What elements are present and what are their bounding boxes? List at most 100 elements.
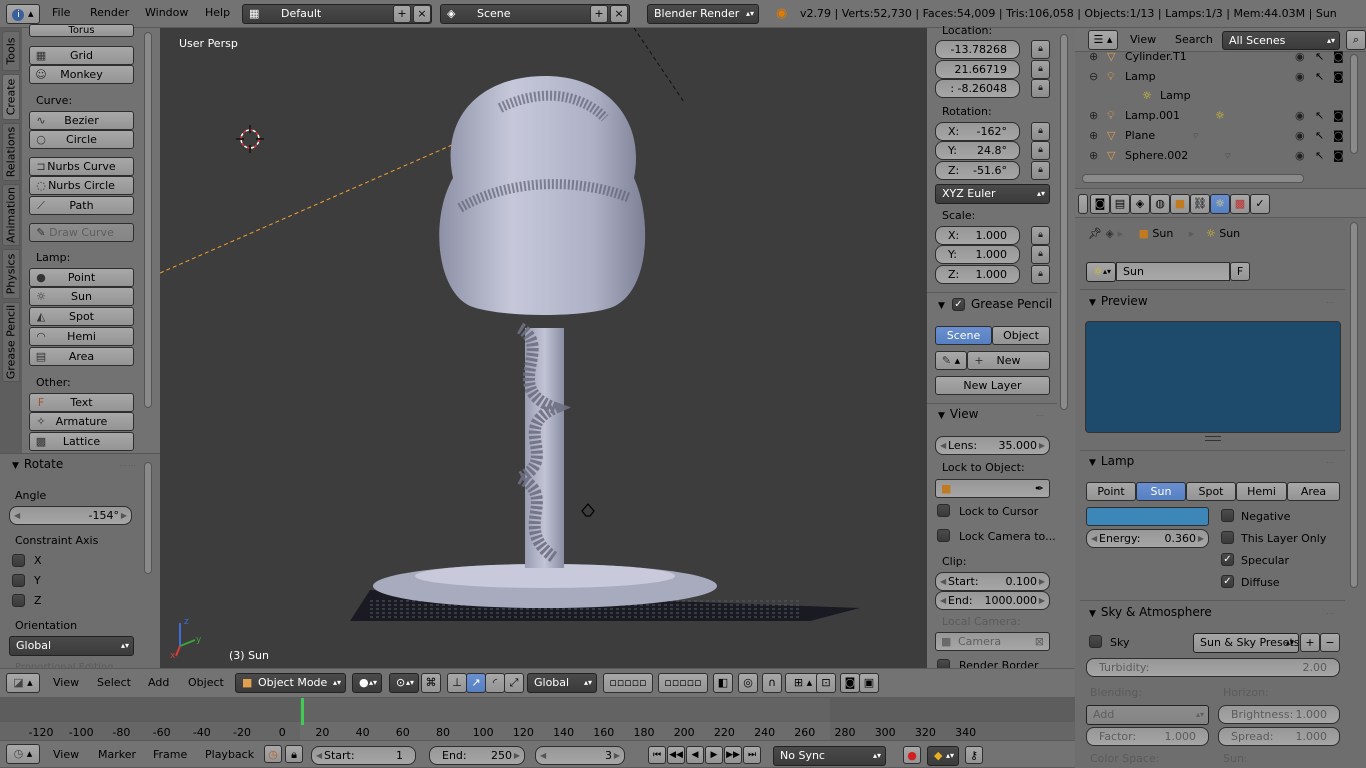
prev-keyframe-button[interactable]: ◀◀ [667,746,685,764]
add-layout-button[interactable]: + [393,5,411,23]
eye-icon[interactable]: ◉ [1295,67,1305,87]
location-y-field[interactable]: 21.66719 [935,60,1020,79]
sky-presets-select[interactable]: Sun & Sky Presets ▴▾ [1193,633,1299,653]
render-tab-icon[interactable]: ◙ [1090,194,1110,214]
menu-window[interactable]: Window [145,0,188,26]
angle-field[interactable]: ◀ -154° ▶ [9,506,132,525]
tab-tools[interactable]: Tools [2,31,20,71]
timeline-menu-marker[interactable]: Marker [98,742,136,768]
menu-object[interactable]: Object [188,670,224,696]
tab-relations[interactable]: Relations [2,123,20,181]
add-circle-button[interactable]: ○ Circle [29,130,134,149]
manipulator-toggle[interactable]: ⌘ [421,673,441,693]
lock-icon[interactable]: 🔒︎ [1031,40,1050,59]
cursor-icon[interactable]: ↖ [1315,47,1324,67]
this-layer-only-checkbox[interactable] [1221,531,1234,544]
panel-grip-icon[interactable]: ⋯⋯ [119,461,137,470]
lock-icon[interactable]: 🔒︎ [1031,60,1050,79]
outliner-row[interactable]: ⊕ ▽ Plane ▿ ◉ ↖ ◙ [1085,126,1350,146]
rotation-y-field[interactable]: Y: 24.8° [935,141,1020,160]
render-icon[interactable]: ◙ [1333,67,1344,87]
next-keyframe-button[interactable]: ▶▶ [724,746,742,764]
lock-icon[interactable]: 🔒︎ [1031,122,1050,141]
tab-physics[interactable]: Physics [2,249,20,299]
add-lattice-button[interactable]: ▩ Lattice [29,432,134,451]
lamp-type-hemi[interactable]: Hemi [1236,482,1287,501]
outliner-row[interactable]: ⊕ 💡︎ Lamp.001 ☼ ◉ ↖ ◙ [1085,106,1350,126]
sky-atmosphere-panel-header[interactable]: ▼ Sky & Atmosphere [1089,605,1212,619]
remove-layout-button[interactable]: × [413,5,431,23]
menu-view[interactable]: View [53,670,79,696]
outliner-row[interactable]: ⊕ ▽ Sphere.002 ▿ ◉ ↖ ◙ [1085,146,1350,166]
editor-type-3d[interactable]: ◪ ▴ [6,673,40,693]
grease-pencil-panel-header[interactable]: ▼ [938,297,950,311]
rotation-z-field[interactable]: Z: -51.6° [935,161,1020,180]
fake-user-button[interactable]: F [1230,262,1250,281]
scale-y-field[interactable]: Y: 1.000 [935,245,1020,264]
operator-scrollbar[interactable] [144,462,152,574]
spread-field[interactable]: Spread: 1.000 [1218,727,1340,746]
keying-set-select[interactable]: ◆ ▴▾ [927,746,959,766]
turbidity-field[interactable]: Turbidity: 2.00 [1086,658,1340,677]
grease-scene-tab[interactable]: Scene [935,326,992,345]
scale-z-field[interactable]: Z: 1.000 [935,265,1020,284]
snap-toggle[interactable]: ∩ [762,673,782,693]
local-camera-field[interactable]: ■ Camera ⊠ [935,632,1050,651]
3d-viewport[interactable]: z y x User Persp (3) Sun [160,28,927,668]
tab-create[interactable]: Create [2,74,20,120]
add-point-lamp-button[interactable]: ● Point [29,268,134,287]
lock-camera-checkbox[interactable] [937,529,950,542]
lamp-type-sun[interactable]: Sun [1136,482,1186,501]
layers-tab-icon[interactable]: ▤ [1110,194,1130,214]
eye-icon[interactable]: ◉ [1295,126,1305,146]
outliner-row[interactable]: ⊖ 💡︎ Lamp ◉ ↖ ◙ [1085,67,1350,87]
pivot-point-select[interactable]: ⊙ ▴▾ [389,673,419,693]
eye-icon[interactable]: ◉ [1295,146,1305,166]
sun-lamp-gizmo[interactable] [581,503,595,517]
current-frame-marker[interactable] [301,698,304,725]
add-armature-button[interactable]: ✧ Armature [29,412,134,431]
lock-icon[interactable]: 🔒︎ [1031,265,1050,284]
manipulator-translate[interactable]: ⊥ [447,673,467,693]
rotation-mode-select[interactable]: XYZ Euler ▴▾ [935,184,1050,204]
add-hemi-lamp-button[interactable]: ◠ Hemi [29,327,134,346]
sync-mode-select[interactable]: No Sync ▴▾ [773,746,886,766]
physics-tab-icon[interactable]: ✓ [1250,194,1270,214]
render-icon[interactable]: ◙ [1333,126,1344,146]
lock-icon[interactable]: 🔒︎ [1031,226,1050,245]
constraint-z-checkbox[interactable] [12,594,25,607]
energy-field[interactable]: ◀ Energy: 0.360 ▶ [1086,529,1209,548]
snap-target-button[interactable]: ⊡ [816,673,836,693]
viewport-shading-select[interactable]: ● ▴▾ [352,673,382,693]
timeline-menu-playback[interactable]: Playback [205,742,254,768]
clear-icon[interactable]: ⊠ [1035,633,1044,650]
outliner-scrollbar[interactable] [1350,54,1358,154]
view-panel-header[interactable]: ▼ View [938,407,978,421]
eye-icon[interactable]: ◉ [1295,106,1305,126]
manipulator-rotate[interactable]: ◜ [485,673,505,693]
lock-icon[interactable]: 🔒︎ [1031,245,1050,264]
play-reverse-button[interactable]: ◀ [686,746,704,764]
start-frame-field[interactable]: ◀ Start: 1 [311,746,416,765]
diffuse-checkbox[interactable]: ✓ [1221,575,1234,588]
editor-type-timeline[interactable]: ◷ ▴ [6,744,40,764]
menu-select[interactable]: Select [97,670,131,696]
eye-icon[interactable]: ◉ [1295,47,1305,67]
scale-x-field[interactable]: X: 1.000 [935,226,1020,245]
lock-icon[interactable]: 🔒︎ [1031,79,1050,98]
record-button[interactable]: ● [903,746,921,764]
draw-curve-button[interactable]: ✎ Draw Curve [29,223,134,242]
manipulator-scale-active[interactable]: ↗ [466,673,486,693]
render-animation-button[interactable]: ▣ [859,673,879,693]
render-border-checkbox[interactable] [937,659,950,668]
outliner-row[interactable]: ⊕ ▽ Cylinder.T1 ◉ ↖ ◙ [1085,47,1350,67]
layer-buttons-2[interactable]: ▫▫▫▫▫ [658,673,708,693]
timeline-menu-frame[interactable]: Frame [153,742,187,768]
world-tab-icon[interactable]: ◍ [1150,194,1170,214]
lock-range-button[interactable]: 🔒︎ [285,745,303,763]
transform-orientation-select[interactable]: Global ▴▾ [527,673,597,693]
cursor-icon[interactable]: ↖ [1315,146,1324,166]
add-monkey-button[interactable]: ☺ Monkey [29,65,134,84]
manipulator-scale[interactable]: ⤢ [504,673,524,693]
editor-type-info[interactable]: i ▴ [6,4,40,24]
